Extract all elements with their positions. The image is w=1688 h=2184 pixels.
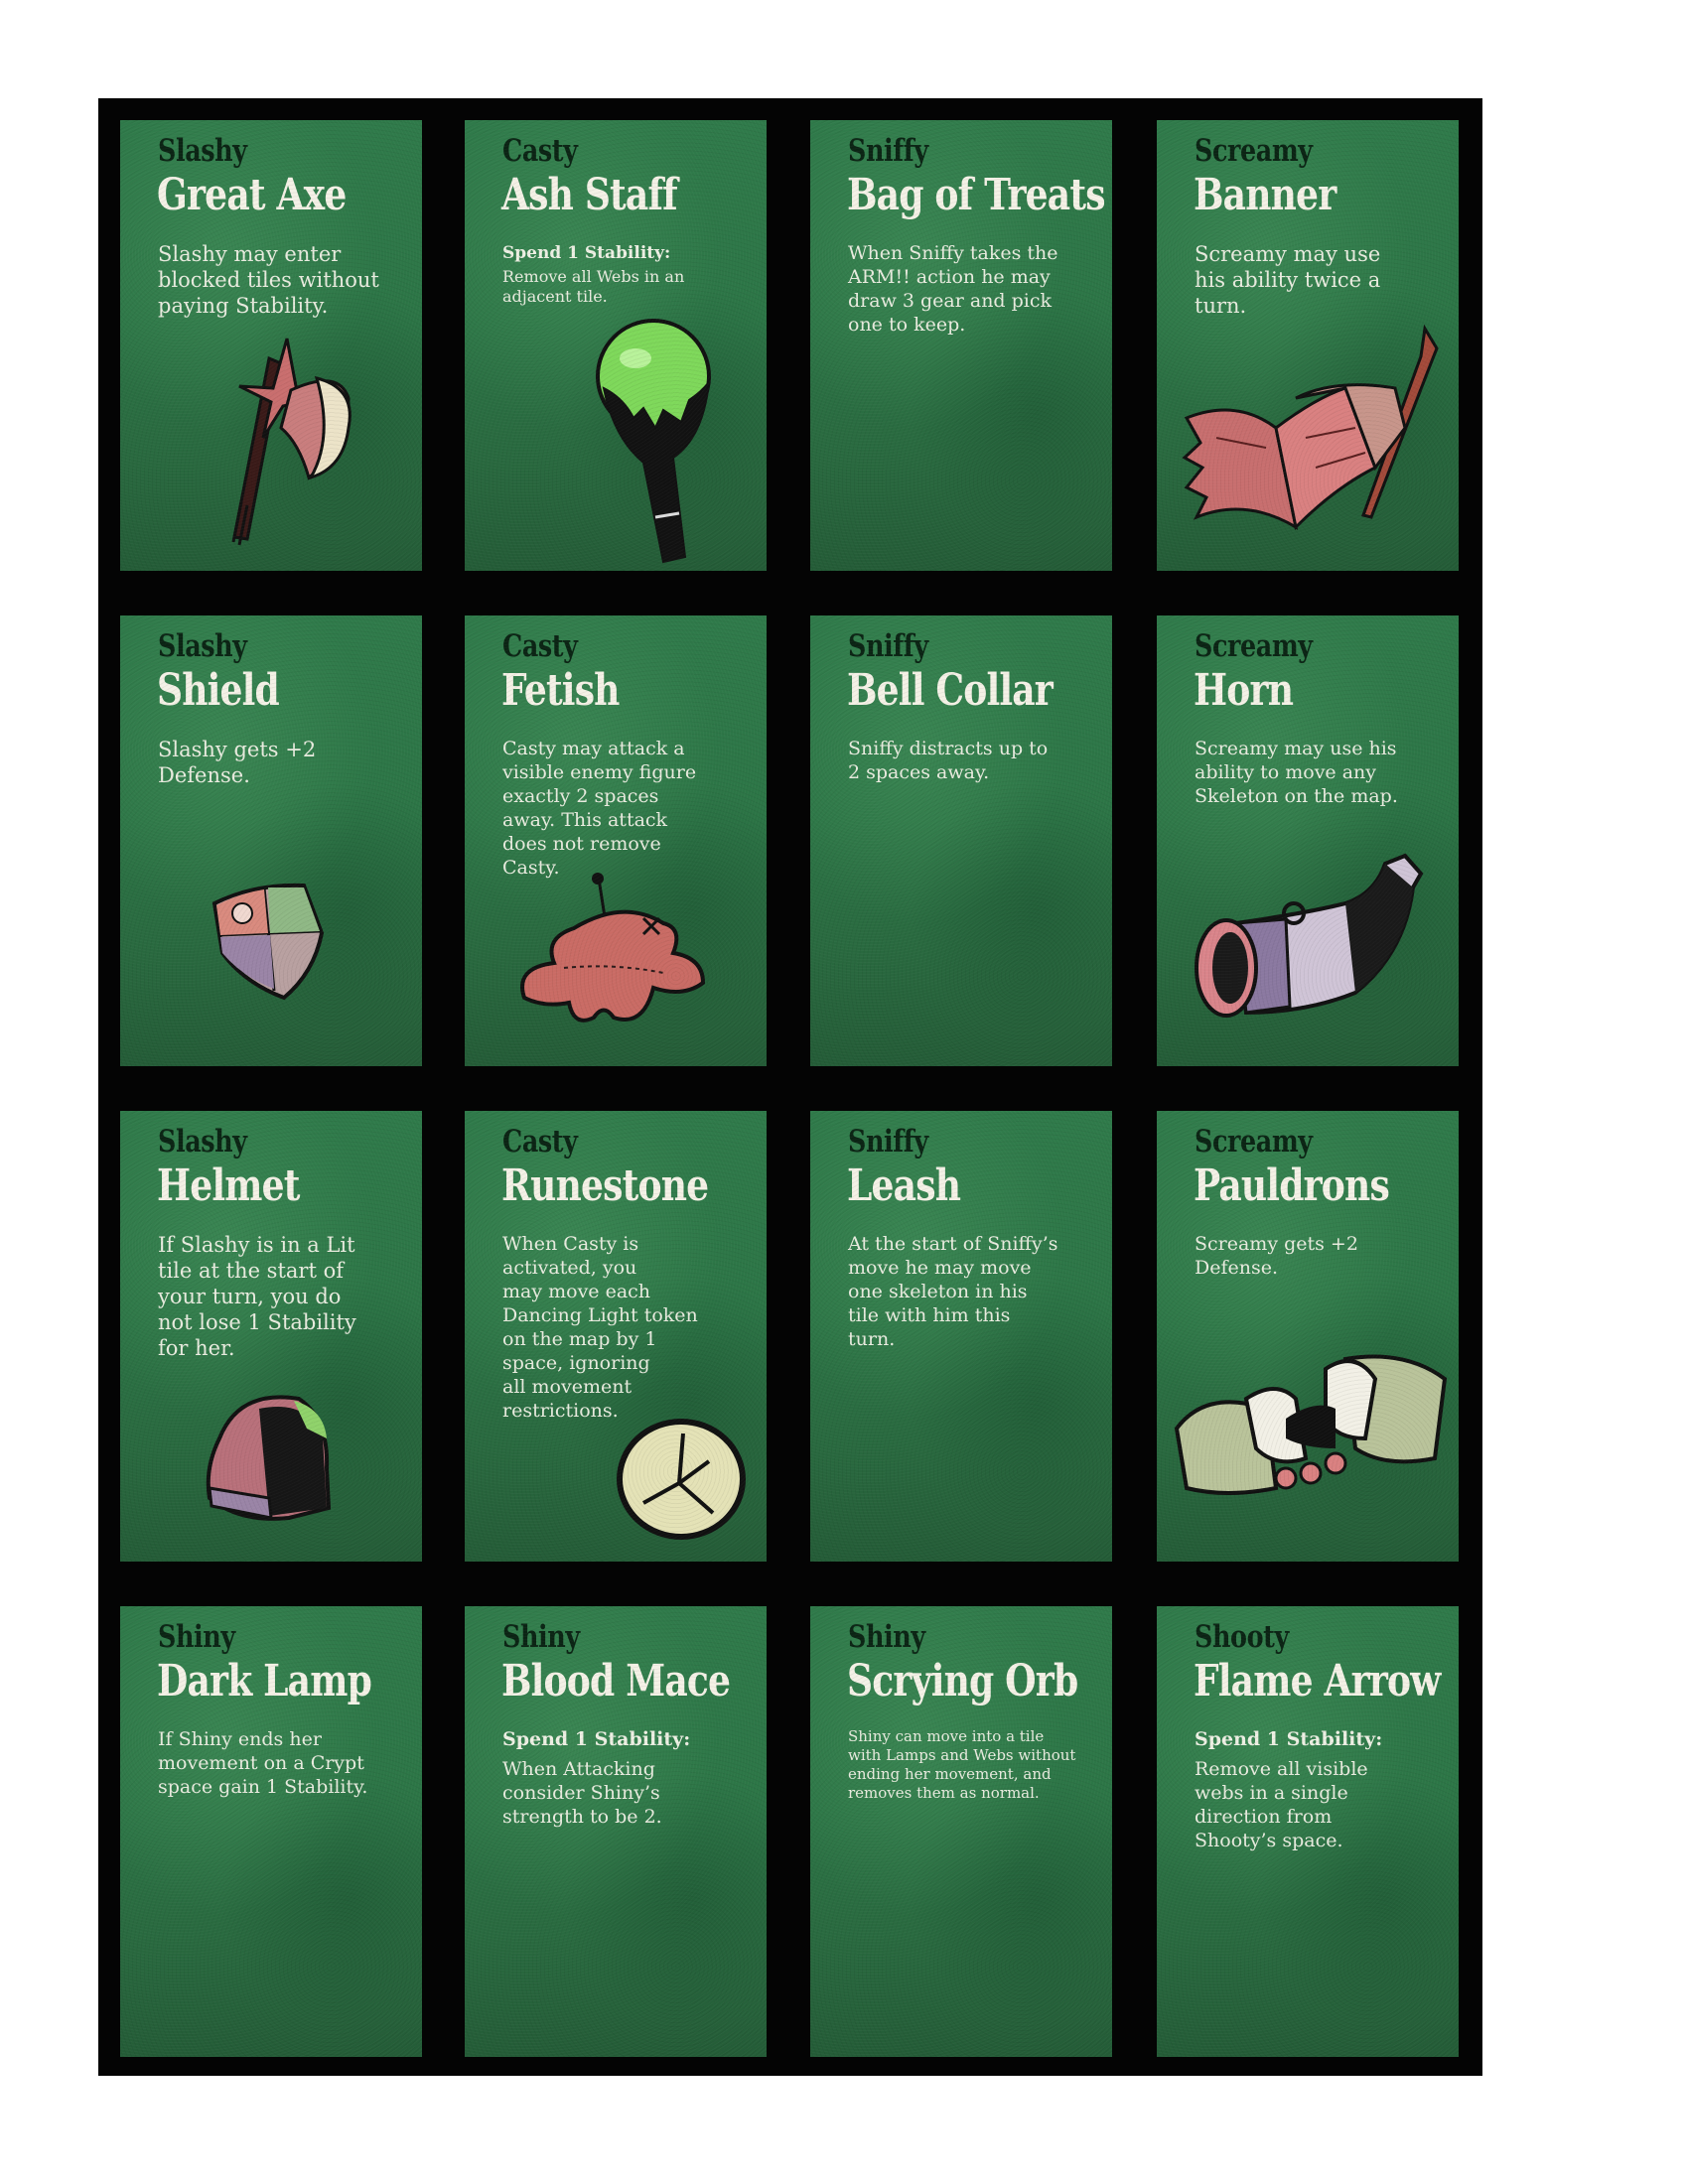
card-description: Remove all visible webs in a single dire… (1195, 1758, 1368, 1851)
runestone-icon (617, 1419, 746, 1540)
card-title: Banner (1194, 170, 1336, 220)
card-title: Pauldrons (1194, 1160, 1390, 1211)
card-shield[interactable]: Slashy Shield Slashy gets +2 Defense. (120, 615, 422, 1066)
card-owner: Casty (502, 1124, 578, 1160)
card-title: Leash (847, 1160, 961, 1211)
great-axe-icon (231, 338, 352, 546)
card-fetish[interactable]: Casty Fetish Casty may attack a visible … (465, 615, 767, 1066)
card-owner: Screamy (1195, 133, 1313, 169)
card-spend-cost: Spend 1 Stability: (502, 243, 671, 263)
card-blood-mace[interactable]: Shiny Blood Mace Spend 1 Stability: When… (465, 1606, 767, 2057)
card-description: Screamy may use his ability twice a turn… (1195, 242, 1381, 318)
card-title: Flame Arrow (1194, 1656, 1441, 1706)
card-title: Fetish (501, 665, 620, 716)
card-title: Bell Collar (847, 665, 1054, 716)
card-sheet: Slashy Great Axe Slashy may enter blocke… (98, 98, 1482, 2076)
card-title: Helmet (157, 1160, 300, 1211)
card-bell-collar[interactable]: Sniffy Bell Collar Sniffy distracts up t… (810, 615, 1112, 1066)
card-description: Slashy gets +2 Defense. (158, 738, 317, 787)
fetish-doll-icon (520, 873, 706, 1023)
card-owner: Sniffy (848, 1124, 928, 1160)
horn-icon (1195, 853, 1424, 1018)
card-dark-lamp[interactable]: Shiny Dark Lamp If Shiny ends her moveme… (120, 1606, 422, 2057)
card-title: Ash Staff (501, 170, 678, 220)
ash-staff-icon (596, 319, 711, 564)
card-title: Dark Lamp (157, 1656, 372, 1706)
card-spend-cost: Spend 1 Stability: (502, 1728, 691, 1750)
card-description: When Casty is activated, you may move ea… (502, 1233, 698, 1422)
card-title: Bag of Treats (847, 170, 1106, 220)
card-owner: Casty (502, 628, 578, 664)
card-description: Shiny can move into a tile with Lamps an… (848, 1727, 1076, 1802)
card-pauldrons[interactable]: Screamy Pauldrons Screamy gets +2 Defens… (1157, 1111, 1459, 1562)
card-title: Runestone (501, 1160, 709, 1211)
card-owner: Shiny (158, 1619, 235, 1655)
card-description: If Slashy is in a Lit tile at the start … (158, 1233, 356, 1360)
card-owner: Shooty (1195, 1619, 1289, 1655)
card-owner: Shiny (848, 1619, 925, 1655)
card-ash-staff[interactable]: Casty Ash Staff Spend 1 Stability: Remov… (465, 120, 767, 571)
card-description: Sniffy distracts up to 2 spaces away. (848, 738, 1049, 783)
card-title: Great Axe (157, 170, 347, 220)
pauldrons-icon (1174, 1354, 1448, 1495)
card-owner: Screamy (1195, 1124, 1313, 1160)
card-great-axe[interactable]: Slashy Great Axe Slashy may enter blocke… (120, 120, 422, 571)
card-title: Shield (157, 665, 280, 716)
card-description: Casty may attack a visible enemy figure … (502, 738, 697, 879)
card-description: Slashy may enter blocked tiles without p… (158, 242, 379, 318)
card-owner: Shiny (502, 1619, 580, 1655)
card-spend-cost: Spend 1 Stability: (1195, 1728, 1383, 1750)
card-description: At the start of Sniffy’s move he may mov… (848, 1233, 1058, 1350)
card-runestone[interactable]: Casty Runestone When Casty is activated,… (465, 1111, 767, 1562)
card-owner: Sniffy (848, 133, 928, 169)
card-horn[interactable]: Screamy Horn Screamy may use his ability… (1157, 615, 1459, 1066)
card-description: Screamy gets +2 Defense. (1195, 1233, 1358, 1279)
card-owner: Slashy (158, 1124, 247, 1160)
card-banner[interactable]: Screamy Banner Screamy may use his abili… (1157, 120, 1459, 571)
card-description: When Sniffy takes the ARM!! action he ma… (848, 242, 1058, 336)
shield-icon (211, 883, 325, 1001)
card-title: Blood Mace (501, 1656, 731, 1706)
card-title: Scrying Orb (847, 1656, 1078, 1706)
card-description: Remove all Webs in an adjacent tile. (502, 267, 685, 306)
card-owner: Slashy (158, 628, 247, 664)
banner-icon (1182, 324, 1439, 531)
card-owner: Sniffy (848, 628, 928, 664)
card-owner: Slashy (158, 133, 247, 169)
card-description: Screamy may use his ability to move any … (1195, 738, 1398, 807)
card-flame-arrow[interactable]: Shooty Flame Arrow Spend 1 Stability: Re… (1157, 1606, 1459, 2057)
card-owner: Screamy (1195, 628, 1313, 664)
card-helmet[interactable]: Slashy Helmet If Slashy is in a Lit tile… (120, 1111, 422, 1562)
helmet-icon (206, 1395, 332, 1521)
card-scrying-orb[interactable]: Shiny Scrying Orb Shiny can move into a … (810, 1606, 1112, 2057)
card-title: Horn (1194, 665, 1294, 716)
card-description: If Shiny ends her movement on a Crypt sp… (158, 1728, 368, 1798)
card-description: When Attacking consider Shiny’s strength… (502, 1758, 662, 1828)
card-owner: Casty (502, 133, 578, 169)
card-bag-of-treats[interactable]: Sniffy Bag of Treats When Sniffy takes t… (810, 120, 1112, 571)
card-leash[interactable]: Sniffy Leash At the start of Sniffy’s mo… (810, 1111, 1112, 1562)
